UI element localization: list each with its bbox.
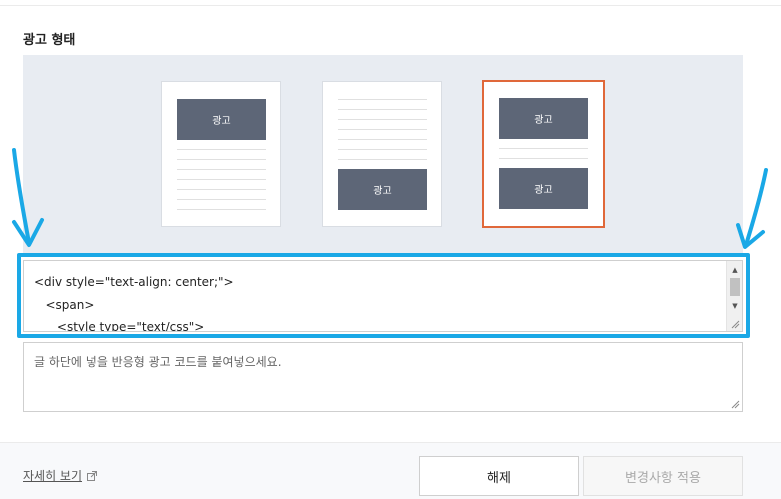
text-line xyxy=(177,169,266,170)
ad-block: 광고 xyxy=(338,169,427,210)
ad-code-editor[interactable]: <div style="text-align: center;"> <span>… xyxy=(23,260,743,332)
footer-bar: 자세히 보기 해제 변경사항 적용 xyxy=(0,442,781,499)
resize-grip-icon[interactable] xyxy=(730,319,740,329)
layout-option-bottom[interactable]: 광고 xyxy=(322,81,442,227)
layout-preview-area: 광고 광고 광고 광고 xyxy=(23,55,743,256)
text-line xyxy=(499,158,588,159)
apply-changes-button[interactable]: 변경사항 적용 xyxy=(583,456,743,496)
ad-code-textarea[interactable]: 글 하단에 넣을 반응형 광고 코드를 붙여넣으세요. xyxy=(23,342,743,412)
text-line xyxy=(177,209,266,210)
text-line xyxy=(338,149,427,150)
scroll-down-icon[interactable]: ▼ xyxy=(727,299,742,313)
code-text[interactable]: <div style="text-align: center;"> <span>… xyxy=(34,271,234,331)
top-divider xyxy=(0,5,781,6)
layout-option-top[interactable]: 광고 xyxy=(161,81,281,227)
text-line xyxy=(177,149,266,150)
text-line xyxy=(177,189,266,190)
detail-link[interactable]: 자세히 보기 xyxy=(23,467,98,484)
text-line xyxy=(338,129,427,130)
text-line xyxy=(177,179,266,180)
text-line xyxy=(499,148,588,149)
scroll-thumb[interactable] xyxy=(730,278,740,296)
layout-option-top-bottom[interactable]: 광고 광고 xyxy=(482,80,605,228)
ad-block: 광고 xyxy=(177,99,266,140)
resize-grip-icon[interactable] xyxy=(730,399,740,409)
ad-block-bottom: 광고 xyxy=(499,168,588,209)
textarea-placeholder: 글 하단에 넣을 반응형 광고 코드를 붙여넣으세요. xyxy=(34,355,282,369)
text-line xyxy=(338,119,427,120)
ad-block-top: 광고 xyxy=(499,98,588,139)
text-line xyxy=(177,199,266,200)
text-line xyxy=(338,109,427,110)
text-line xyxy=(338,139,427,140)
text-line xyxy=(338,159,427,160)
external-link-icon xyxy=(87,470,98,481)
detail-link-label[interactable]: 자세히 보기 xyxy=(23,467,82,484)
release-button[interactable]: 해제 xyxy=(419,456,579,496)
scroll-up-icon[interactable]: ▲ xyxy=(727,263,742,277)
text-line xyxy=(177,159,266,160)
section-title: 광고 형태 xyxy=(23,33,76,48)
text-line xyxy=(338,99,427,100)
